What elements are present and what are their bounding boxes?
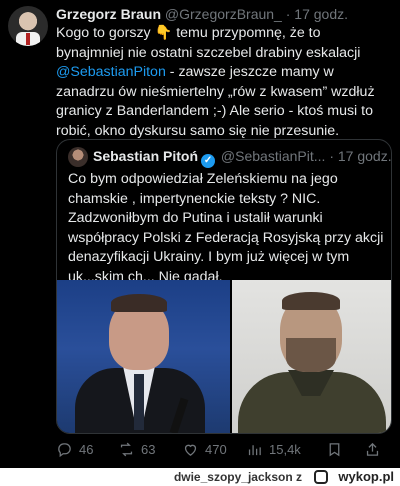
author-name[interactable]: Grzegorz Braun — [56, 6, 161, 22]
author-handle[interactable]: @GrzegorzBraun_ — [165, 6, 282, 22]
quoted-image-right[interactable] — [232, 280, 391, 433]
quoted-tweet-text: Co bym odpowiedział Zeleńskiemu na jego … — [68, 171, 384, 285]
views-button[interactable]: 15,4k — [246, 441, 301, 458]
quoted-author-handle[interactable]: @SebastianPit... — [221, 148, 326, 164]
repost-icon — [120, 442, 133, 457]
tweet-text-part: Kogo to gorszy — [56, 25, 155, 41]
wykop-brand: wykop.pl — [338, 469, 394, 484]
wykop-watermark: dwie_szopy_jackson z wykop.pl — [0, 468, 400, 486]
quoted-image-left[interactable] — [57, 280, 230, 433]
time-separator: · — [285, 6, 291, 22]
point-down-emoji-icon: 👇 — [154, 25, 173, 41]
quoted-author-name[interactable]: Sebastian Pitoń — [93, 148, 198, 164]
bookmark-button[interactable] — [326, 441, 343, 458]
verified-badge-icon: ✓ — [201, 154, 216, 168]
time-separator: · — [329, 148, 334, 164]
reply-icon — [58, 443, 71, 458]
tweet[interactable]: Grzegorz Braun @GrzegorzBraun_ · 17 godz… — [0, 0, 400, 468]
share-button[interactable] — [364, 441, 381, 458]
quoted-author-avatar[interactable] — [68, 147, 88, 167]
tweet-time[interactable]: 17 godz. — [294, 6, 348, 22]
views-icon — [248, 445, 261, 456]
like-icon — [184, 444, 197, 456]
uploader-username: dwie_szopy_jackson — [173, 470, 293, 484]
tweet-actions: 46 63 470 15,4k — [56, 441, 390, 461]
quoted-tweet-header: Sebastian Pitoń ✓ @SebastianPit... · 17 g… — [93, 148, 391, 168]
repost-count: 63 — [141, 442, 156, 457]
reply-count: 46 — [79, 442, 94, 457]
bookmark-icon — [329, 443, 340, 457]
like-button[interactable]: 470 — [182, 441, 227, 458]
mention-link[interactable]: @SebastianPiton — [56, 64, 166, 80]
wykop-logo-icon — [314, 470, 328, 484]
uploader-by: z — [296, 470, 302, 484]
share-icon — [366, 442, 379, 456]
quoted-tweet[interactable]: Sebastian Pitoń ✓ @SebastianPit... · 17 g… — [56, 139, 392, 434]
reply-button[interactable]: 46 — [56, 441, 93, 458]
author-avatar[interactable] — [8, 6, 48, 46]
quoted-tweet-time[interactable]: 17 godz. — [338, 148, 391, 164]
tweet-text: Kogo to gorszy 👇 temu przypomnę, że to b… — [56, 24, 388, 141]
tweet-header: Grzegorz Braun @GrzegorzBraun_ · 17 godz… — [56, 6, 348, 22]
like-count: 470 — [205, 442, 227, 457]
views-count: 15,4k — [269, 442, 301, 457]
repost-button[interactable]: 63 — [118, 441, 155, 458]
uploader-name: dwie_szopy_jackson z — [174, 470, 302, 484]
